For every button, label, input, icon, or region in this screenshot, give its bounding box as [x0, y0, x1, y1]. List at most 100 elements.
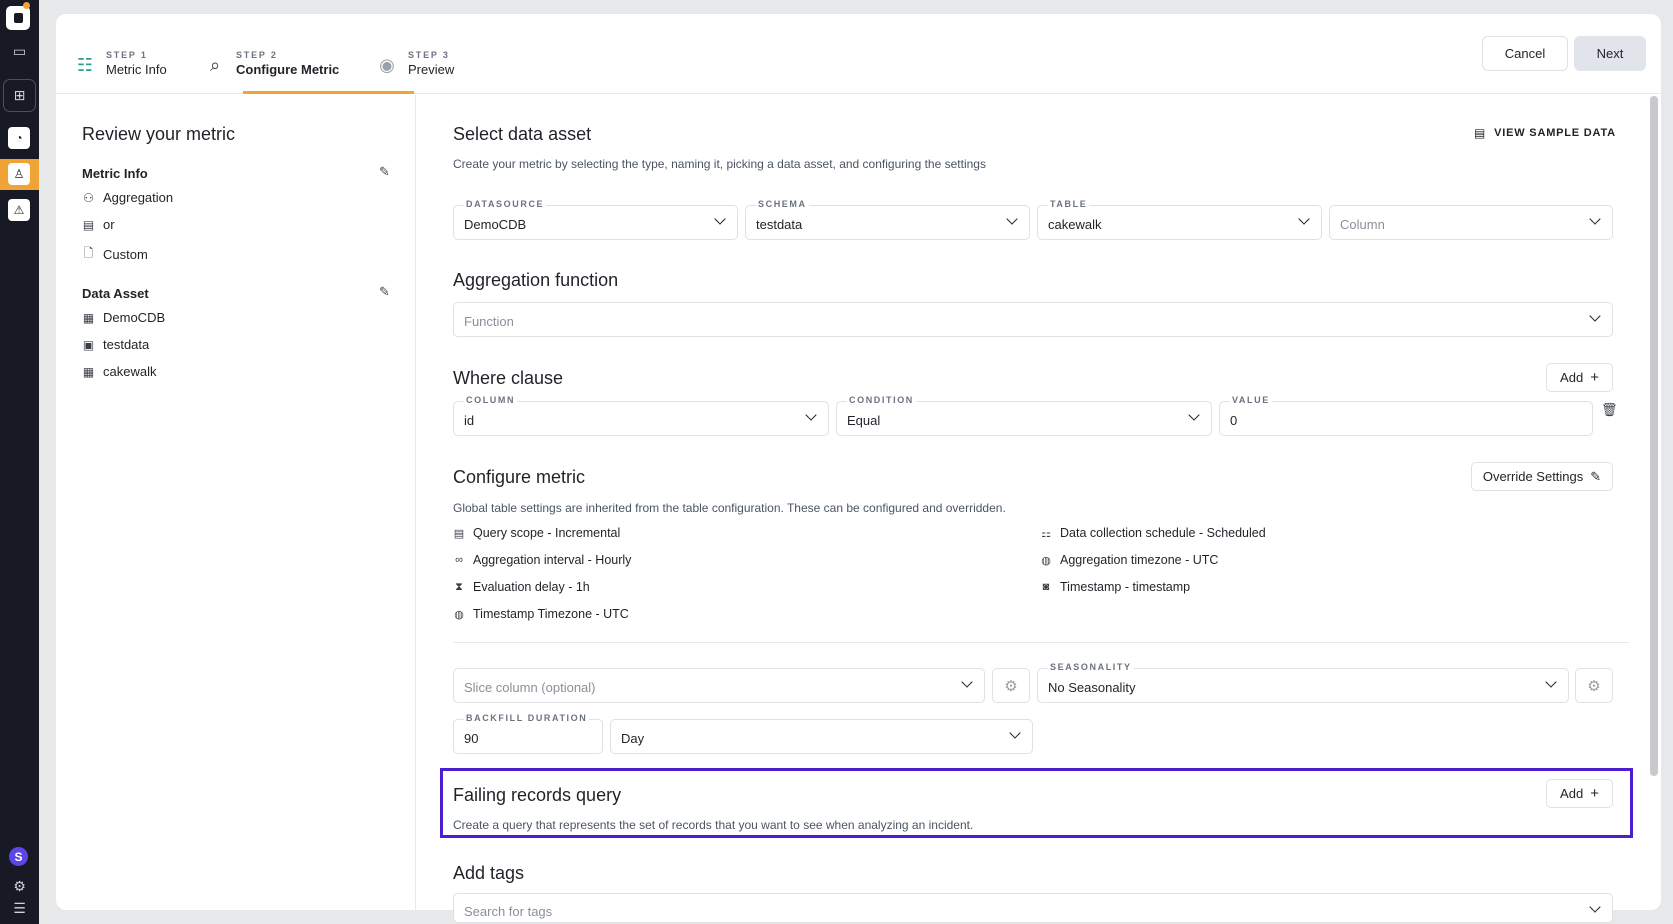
backfill-label: BACKFILL DURATION — [464, 713, 590, 723]
alert-icon[interactable]: ⚠ — [8, 199, 30, 221]
slice-column-select[interactable]: Slice column (optional) — [453, 668, 985, 703]
app-rail: ▭ ⊞ ◔ ♙ ⚠ S ⚙ ☰ — [0, 0, 39, 924]
metric-info-heading: Metric Info — [82, 166, 148, 181]
eye-icon: ◉ — [379, 55, 395, 75]
metric-type: Aggregation — [103, 190, 174, 205]
table-value: cakewalk — [103, 364, 157, 379]
edit-metric-info-icon[interactable]: ✎ — [379, 164, 390, 180]
file-icon: 🗋 — [83, 246, 94, 260]
timestamp-column: Timestamp - timestamp — [1060, 580, 1191, 594]
list-item: ▦ DemoCDB — [82, 310, 165, 325]
schema-icon: ▣ — [82, 337, 95, 352]
edit-data-asset-icon[interactable]: ✎ — [379, 284, 390, 300]
cancel-button[interactable]: Cancel — [1482, 36, 1568, 71]
metrics-icon[interactable]: ♙ — [8, 163, 30, 185]
gear-icon: ⚙ — [1004, 677, 1018, 695]
search-list-icon: ⌕ — [209, 55, 221, 75]
data-asset-heading: Data Asset — [82, 286, 149, 301]
query-scope: Query scope - Incremental — [473, 526, 621, 540]
datasource-value: DemoCDB — [103, 310, 166, 325]
next-button[interactable]: Next — [1574, 36, 1646, 71]
override-label: Override Settings — [1482, 469, 1584, 484]
timestamp-timezone: Timestamp Timezone - UTC — [473, 607, 629, 621]
backfill-unit-select[interactable]: Day — [610, 719, 1033, 754]
config-item: ⧗ Evaluation delay - 1h — [453, 580, 590, 594]
chevron-down-icon — [1189, 411, 1199, 421]
add-where-button[interactable]: Add + — [1546, 363, 1613, 392]
table-icon: ▤ — [1474, 126, 1487, 140]
chevron-down-icon — [715, 215, 725, 225]
clock-icon: ◙ — [1042, 581, 1050, 593]
avatar[interactable]: S — [9, 847, 28, 866]
seasonality-select[interactable]: SEASONALITY No Seasonality — [1037, 662, 1569, 703]
view-sample-data-button[interactable]: ▤ VIEW SAMPLE DATA — [1474, 126, 1616, 140]
datasource-value: DemoCDB — [464, 217, 527, 232]
metric-name: or — [103, 217, 115, 232]
dashboard-icon[interactable]: ◔ — [8, 127, 30, 149]
step-3[interactable]: ◉ STEP 3 Preview — [376, 50, 454, 94]
list-item: ▤ or — [82, 217, 115, 232]
step-1[interactable]: ☷ STEP 1 Metric Info — [74, 50, 167, 94]
evaluation-delay: Evaluation delay - 1h — [473, 580, 590, 594]
tags-input[interactable]: Search for tags — [453, 893, 1613, 923]
datasource-select[interactable]: DATASOURCE DemoCDB — [453, 199, 738, 240]
config-item: ▤ Query scope - Incremental — [453, 526, 621, 540]
column-placeholder: Column — [1340, 217, 1385, 232]
value-input[interactable]: VALUE 0 — [1219, 395, 1593, 436]
schema-select[interactable]: SCHEMA testdata — [745, 199, 1030, 240]
list-item: ▦ cakewalk — [82, 364, 157, 379]
step-2[interactable]: ⌕ STEP 2 Configure Metric — [204, 50, 339, 94]
condition-value: Equal — [847, 413, 881, 428]
tags-title: Add tags — [453, 863, 525, 883]
failing-records-description: Create a query that represents the set o… — [453, 818, 974, 832]
data-collection-schedule: Data collection schedule - Scheduled — [1060, 526, 1266, 540]
slice-settings-button[interactable]: ⚙ — [992, 668, 1030, 703]
list-icon[interactable]: ☰ — [4, 893, 35, 924]
link-icon: ∞ — [455, 554, 463, 566]
schedule-icon: ⚏ — [1041, 527, 1051, 540]
where-column-value: id — [464, 413, 475, 428]
add-label: Add — [1560, 786, 1584, 801]
schema-value: testdata — [103, 337, 150, 352]
chevron-down-icon — [1010, 729, 1020, 739]
list-item: ⚇ Aggregation — [82, 190, 173, 205]
config-item: ⚏ Data collection schedule - Scheduled — [1040, 526, 1266, 540]
backfill-duration-input[interactable]: BACKFILL DURATION 90 — [453, 713, 603, 754]
table-select[interactable]: TABLE cakewalk — [1037, 199, 1322, 240]
step-2-label: Configure Metric — [236, 62, 340, 77]
where-title: Where clause — [453, 368, 564, 388]
condition-select[interactable]: CONDITION Equal — [836, 395, 1212, 436]
schema-value: testdata — [756, 217, 803, 232]
section-divider — [453, 642, 1629, 643]
add-failing-query-button[interactable]: Add + — [1546, 779, 1613, 808]
where-column-label: COLUMN — [464, 395, 518, 405]
plus-icon: + — [1590, 369, 1599, 386]
seasonality-settings-button[interactable]: ⚙ — [1575, 668, 1613, 703]
trash-icon[interactable]: 🗑 — [1601, 402, 1618, 418]
table-value: cakewalk — [1048, 217, 1102, 232]
backfill-unit-value: Day — [621, 731, 645, 746]
database-icon: ▦ — [82, 310, 95, 325]
scrollbar[interactable] — [1650, 96, 1658, 776]
aggregation-interval: Aggregation interval - Hourly — [473, 553, 632, 567]
list-icon: ☷ — [76, 55, 94, 75]
app-logo[interactable] — [6, 6, 30, 30]
chevron-down-icon — [1590, 312, 1600, 322]
schema-label: SCHEMA — [756, 199, 809, 209]
metric-kind: Custom — [103, 247, 148, 262]
function-select[interactable]: Function — [453, 302, 1613, 337]
override-settings-button[interactable]: Override Settings ✎ — [1471, 462, 1613, 491]
grid-icon: ▦ — [82, 364, 95, 379]
select-asset-title: Select data asset — [453, 124, 592, 144]
where-column-select[interactable]: COLUMN id — [453, 395, 829, 436]
seasonality-value: No Seasonality — [1048, 680, 1136, 695]
pencil-icon: ✎ — [1590, 468, 1602, 484]
notification-dot — [23, 2, 30, 9]
column-select[interactable]: Column — [1329, 205, 1613, 240]
add-icon[interactable]: ⊞ — [4, 80, 35, 111]
view-sample-label: VIEW SAMPLE DATA — [1494, 127, 1616, 139]
slice-placeholder: Slice column (optional) — [464, 680, 596, 695]
monitor-icon[interactable]: ▭ — [4, 36, 35, 67]
chevron-down-icon — [1546, 678, 1556, 688]
configure-title: Configure metric — [453, 467, 586, 487]
